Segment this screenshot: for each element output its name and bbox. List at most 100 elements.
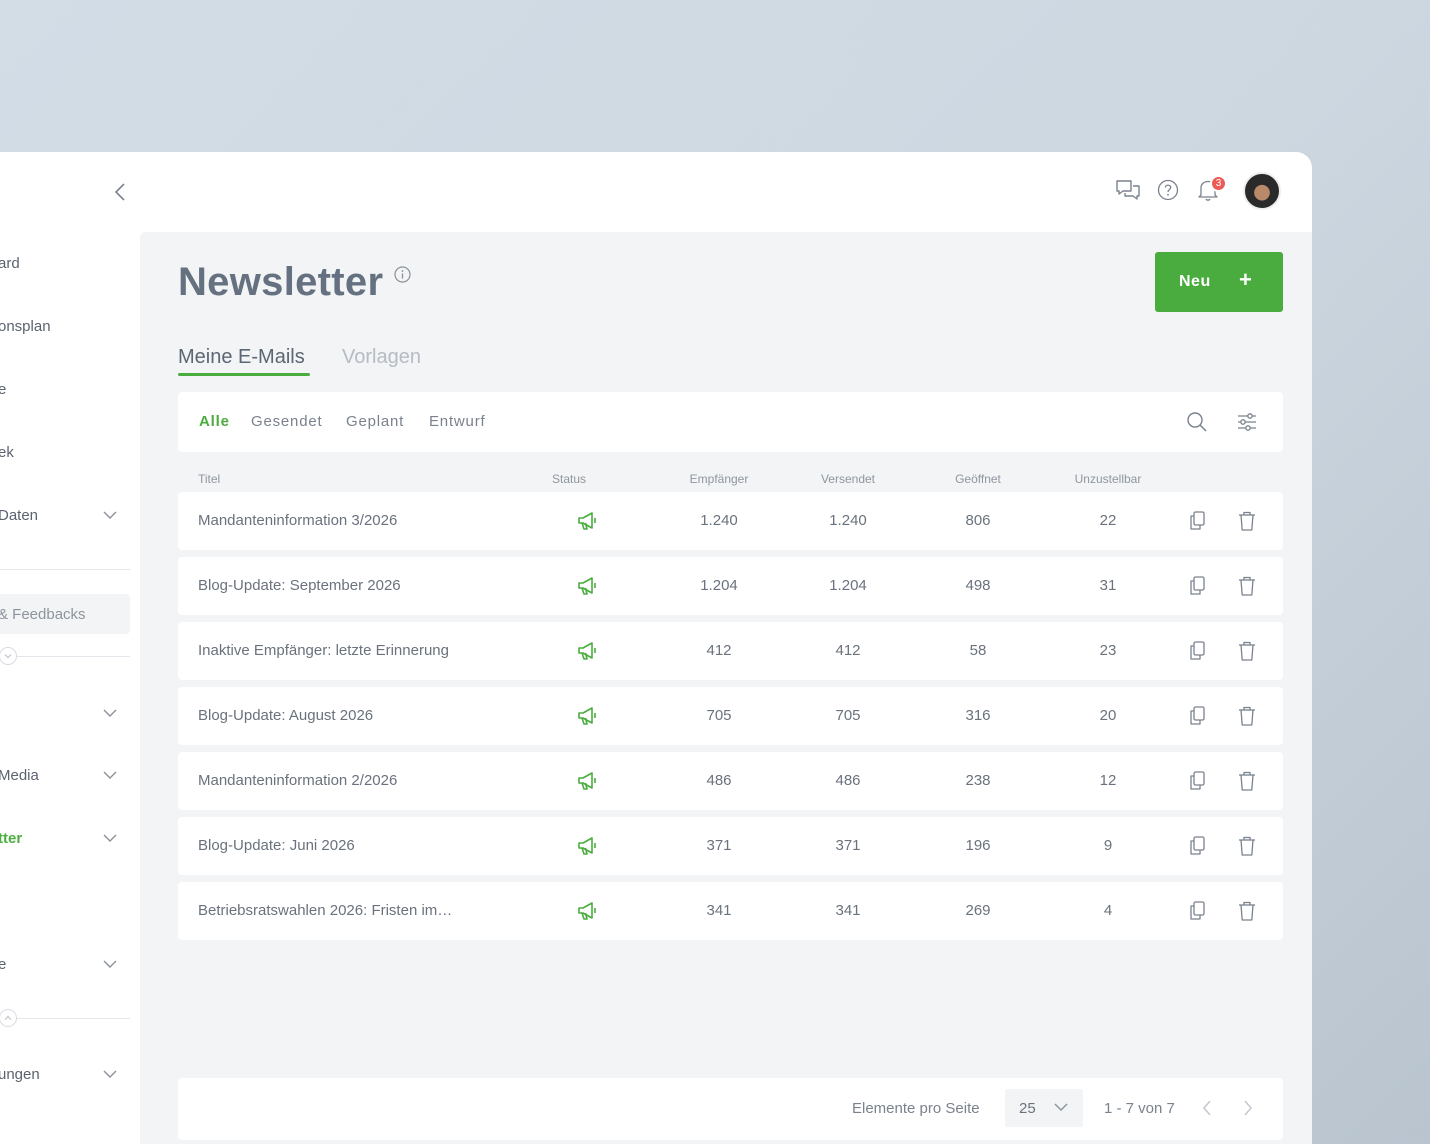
table-row[interactable]: Blog-Update: September 2026 1.204 1.204 498… [178, 557, 1283, 615]
megaphone-icon [576, 900, 600, 922]
next-page-button[interactable] [1237, 1097, 1259, 1119]
newsletter-title: Mandanteninformation 2/2026 [198, 772, 398, 789]
collapse-sidebar-button[interactable] [108, 180, 132, 204]
sidebar-item-settings[interactable]: ungen [0, 1059, 130, 1089]
megaphone-icon [576, 510, 600, 532]
megaphone-icon [576, 835, 600, 857]
chevron-down-icon [103, 1070, 117, 1078]
filter-draft[interactable]: Entwurf [429, 413, 485, 430]
main-content: Newsletter Neu + Meine E-Mails Vorlagen … [140, 232, 1312, 1144]
duplicate-button[interactable] [1185, 639, 1209, 663]
sidebar-item-6[interactable] [0, 698, 130, 728]
table-row[interactable]: Mandanteninformation 2/2026 486 486 238 12 [178, 752, 1283, 810]
sidebar-item-feedbacks[interactable]: & Feedbacks [0, 594, 130, 634]
undeliverable-count: 9 [1103, 837, 1113, 854]
undeliverable-count: 20 [1099, 707, 1117, 724]
sidebar-item-label: & Feedbacks [0, 605, 86, 623]
duplicate-button[interactable] [1185, 704, 1209, 728]
section-collapse-toggle[interactable] [0, 1009, 17, 1027]
column-header-recipients[interactable]: Empfänger [674, 472, 764, 486]
newsletter-title: Blog-Update: Juni 2026 [198, 837, 355, 854]
delete-button[interactable] [1235, 574, 1259, 598]
sidebar-item-9[interactable]: e [0, 949, 130, 979]
trash-icon [1237, 900, 1257, 922]
delete-button[interactable] [1235, 704, 1259, 728]
new-newsletter-button[interactable]: Neu + [1155, 252, 1283, 312]
duplicate-button[interactable] [1185, 769, 1209, 793]
column-header-opened[interactable]: Geöffnet [933, 472, 1023, 486]
table-row[interactable]: Blog-Update: August 2026 705 705 316 20 [178, 687, 1283, 745]
chat-button[interactable] [1114, 176, 1142, 204]
notifications-button[interactable]: 3 [1194, 175, 1227, 204]
chevron-down-icon [103, 834, 117, 842]
sidebar-item-3[interactable]: e [0, 374, 130, 404]
sidebar-item-plan[interactable]: onsplan [0, 311, 130, 341]
sent-count: 1.204 [829, 577, 867, 594]
sidebar-item-newsletter[interactable]: tter [0, 823, 130, 853]
trash-icon [1237, 510, 1257, 532]
per-page-select[interactable]: 25 [1005, 1089, 1083, 1127]
plus-icon: + [1239, 267, 1252, 292]
previous-page-button[interactable] [1196, 1097, 1218, 1119]
sidebar-item-library[interactable]: ek [0, 437, 130, 467]
duplicate-button[interactable] [1185, 509, 1209, 533]
delete-button[interactable] [1235, 769, 1259, 793]
chevron-left-icon [1202, 1100, 1211, 1116]
duplicate-button[interactable] [1185, 574, 1209, 598]
delete-button[interactable] [1235, 834, 1259, 858]
copy-icon [1187, 900, 1207, 922]
opened-count: 806 [965, 512, 991, 529]
chevron-down-icon [1054, 1103, 1068, 1111]
delete-button[interactable] [1235, 899, 1259, 923]
trash-icon [1237, 640, 1257, 662]
section-collapse-toggle[interactable] [0, 647, 17, 665]
newsletter-title: Betriebsratswahlen 2026: Fristen im… [198, 902, 453, 919]
info-icon[interactable] [394, 266, 411, 283]
sidebar: ard onsplan e ek Daten & Feedbacks Media [0, 152, 140, 1144]
table-row[interactable]: Blog-Update: Juni 2026 371 371 196 9 [178, 817, 1283, 875]
filter-bar: Alle Gesendet Geplant Entwurf [178, 392, 1283, 452]
help-button[interactable] [1154, 176, 1182, 204]
chevron-down-icon [103, 709, 117, 717]
sidebar-item-label: tter [0, 829, 23, 847]
new-button-label: Neu [1179, 273, 1211, 290]
sidebar-item-data[interactable]: Daten [0, 500, 130, 530]
table-row[interactable]: Mandanteninformation 3/2026 1.240 1.240 806… [178, 492, 1283, 550]
sidebar-item-dashboard[interactable]: ard [0, 248, 130, 278]
duplicate-button[interactable] [1185, 834, 1209, 858]
search-button[interactable] [1184, 409, 1210, 435]
sidebar-item-label: ard [0, 254, 20, 272]
table-row[interactable]: Betriebsratswahlen 2026: Fristen im… 341 3… [178, 882, 1283, 940]
table-row[interactable]: Inaktive Empfänger: letzte Erinnerung 412… [178, 622, 1283, 680]
trash-icon [1237, 770, 1257, 792]
tab-templates[interactable]: Vorlagen [342, 346, 421, 369]
delete-button[interactable] [1235, 639, 1259, 663]
column-header-undeliverable[interactable]: Unzustellbar [1058, 472, 1158, 486]
filter-sent[interactable]: Gesendet [251, 413, 322, 430]
filter-settings-button[interactable] [1234, 409, 1260, 435]
pagination-range: 1 - 7 von 7 [1104, 1100, 1175, 1117]
pagination-bar: Elemente pro Seite 25 1 - 7 von 7 [178, 1078, 1283, 1140]
megaphone-icon [576, 770, 600, 792]
app-window: ard onsplan e ek Daten & Feedbacks Media [0, 152, 1312, 1144]
column-header-status[interactable]: Status [530, 472, 608, 486]
sidebar-item-media[interactable]: Media [0, 760, 130, 790]
recipients-count: 1.240 [700, 512, 738, 529]
column-header-sent[interactable]: Versendet [803, 472, 893, 486]
per-page-value: 25 [1019, 1100, 1036, 1117]
avatar[interactable] [1243, 172, 1281, 210]
copy-icon [1187, 575, 1207, 597]
delete-button[interactable] [1235, 509, 1259, 533]
filter-scheduled[interactable]: Geplant [346, 413, 404, 430]
chevron-down-icon [103, 771, 117, 779]
duplicate-button[interactable] [1185, 899, 1209, 923]
newsletter-title: Blog-Update: August 2026 [198, 707, 374, 724]
opened-count: 269 [965, 902, 991, 919]
tab-my-emails[interactable]: Meine E-Mails [178, 346, 305, 369]
opened-count: 238 [965, 772, 991, 789]
help-icon [1157, 179, 1179, 201]
recipients-count: 1.204 [700, 577, 738, 594]
column-header-title[interactable]: Titel [198, 472, 220, 486]
filter-all[interactable]: Alle [199, 413, 230, 430]
sent-count: 371 [835, 837, 861, 854]
